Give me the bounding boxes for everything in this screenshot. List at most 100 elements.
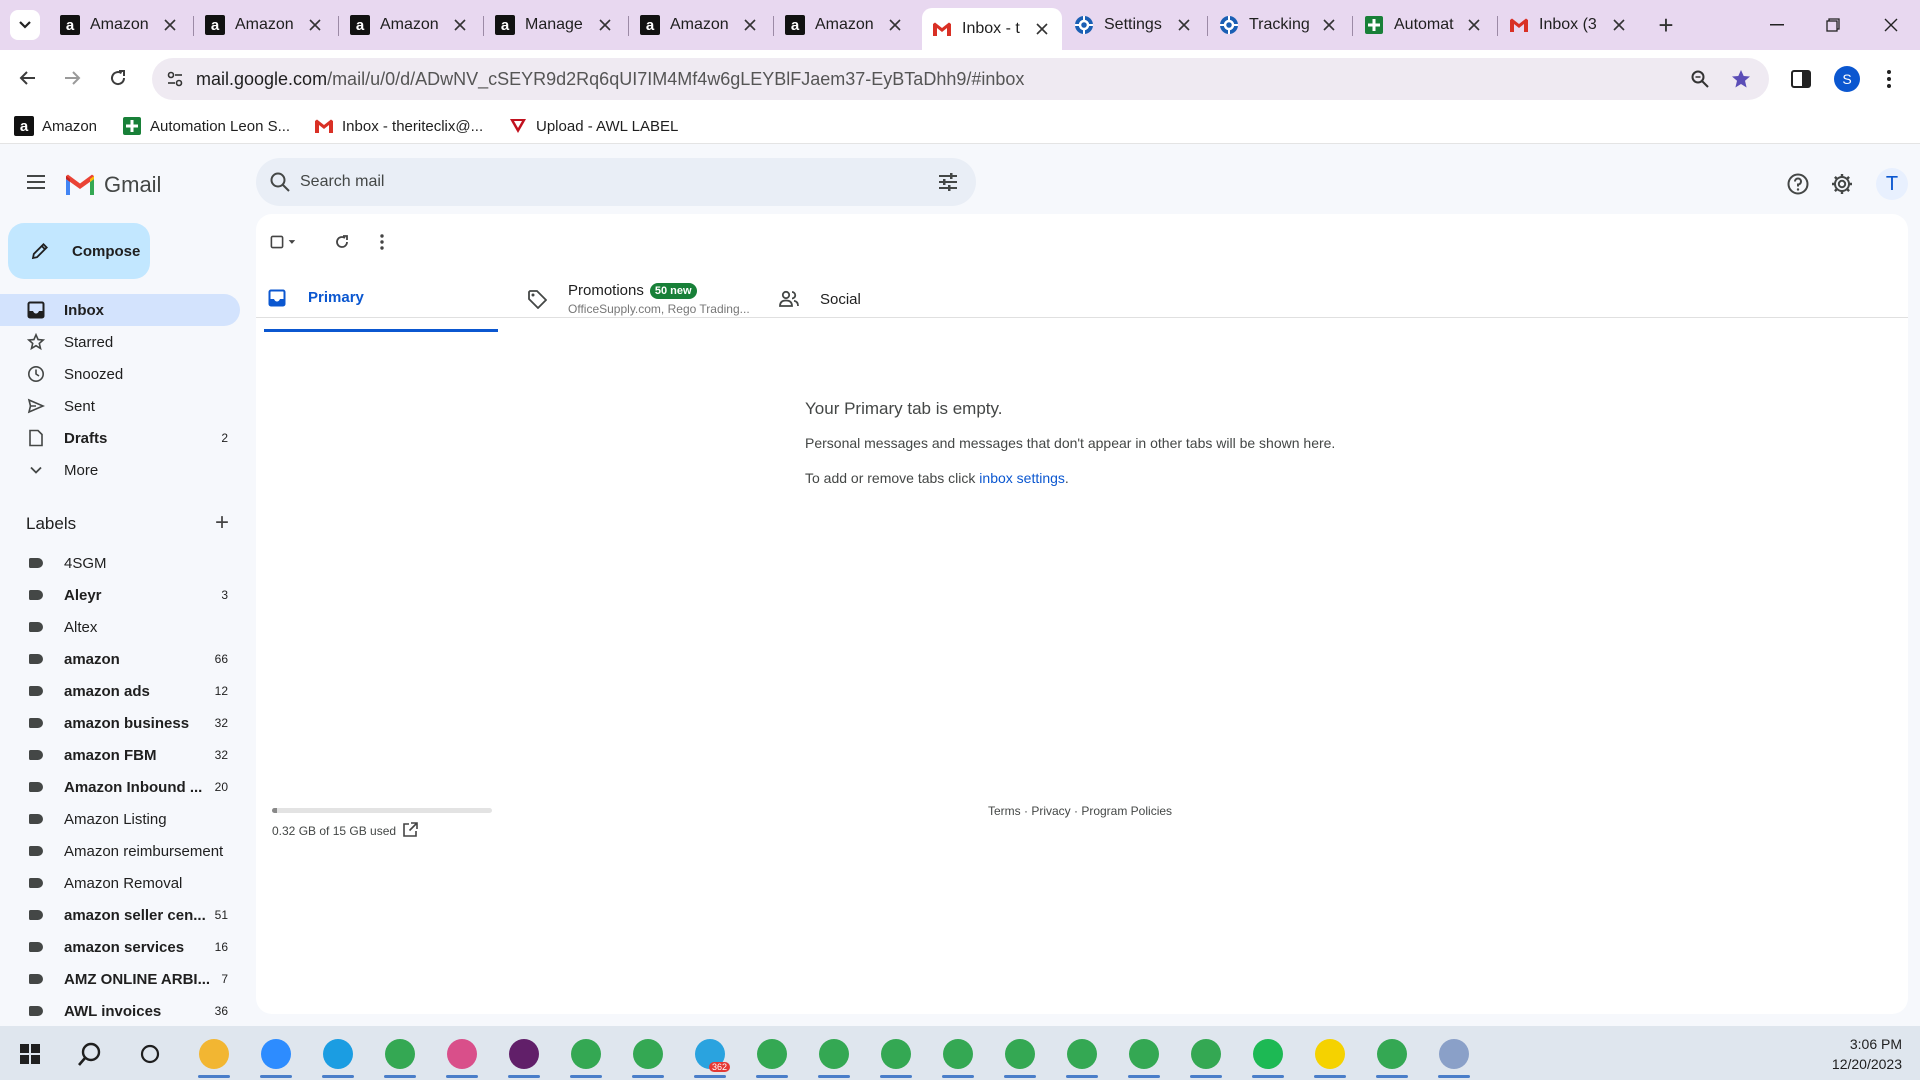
nav-item-sent[interactable]: Sent [0,390,240,422]
telegram-icon[interactable]: 362 [690,1034,730,1078]
chrome-icon[interactable] [1062,1034,1102,1078]
chrome-icon[interactable] [380,1034,420,1078]
create-label-button[interactable]: + [210,511,234,536]
nav-item-snoozed[interactable]: Snoozed [0,358,240,390]
chrome-icon[interactable] [1124,1034,1164,1078]
sticky-notes-icon[interactable] [1310,1034,1350,1078]
bookmark-upload-awl[interactable]: Upload - AWL LABEL [508,114,678,138]
chrome-icon[interactable] [1372,1034,1412,1078]
close-tab-button[interactable] [1319,15,1339,35]
tab-primary[interactable]: Primary [264,266,498,332]
close-tab-button[interactable] [1032,19,1052,39]
close-tab-button[interactable] [885,15,905,35]
file-explorer-icon[interactable] [194,1034,234,1078]
system-clock[interactable]: 3:06 PM 12/20/2023 [1832,1034,1902,1074]
nav-item-starred[interactable]: Starred [0,326,240,358]
browser-tab[interactable]: Automat [1354,8,1494,42]
label-item[interactable]: Amazon Inbound ... 20 [0,771,240,803]
minimize-button[interactable] [1762,10,1792,40]
close-tab-button[interactable] [305,15,325,35]
site-info-icon[interactable] [166,70,184,88]
chrome-icon[interactable] [938,1034,978,1078]
close-tab-button[interactable] [160,15,180,35]
main-menu-button[interactable] [20,166,52,198]
close-tab-button[interactable] [1464,15,1484,35]
tab-search-button[interactable] [10,10,40,40]
browser-tab[interactable]: a Amazon [340,8,480,42]
close-tab-button[interactable] [1609,15,1629,35]
browser-tab[interactable]: Inbox - t [922,8,1062,50]
search-input[interactable] [300,168,900,196]
restore-button[interactable] [1818,10,1848,40]
edge-icon[interactable] [318,1034,358,1078]
chrome-icon[interactable] [752,1034,792,1078]
label-item[interactable]: amazon seller cen... 51 [0,899,240,931]
search-icon[interactable] [268,170,292,194]
nav-item-drafts[interactable]: Drafts 2 [0,422,240,454]
label-item[interactable]: Amazon reimbursement [0,835,240,867]
side-panel-icon[interactable] [1790,68,1812,90]
forward-button[interactable] [56,62,88,94]
browser-tab[interactable]: a Amazon [630,8,770,42]
nav-item-inbox[interactable]: Inbox [0,294,240,326]
new-tab-button[interactable]: + [1652,12,1680,40]
account-avatar[interactable]: T [1876,168,1908,200]
settings-button[interactable] [1828,170,1856,198]
close-tab-button[interactable] [450,15,470,35]
browser-tab[interactable]: Tracking [1209,8,1349,42]
chrome-icon[interactable] [814,1034,854,1078]
task-view-icon[interactable] [130,1034,170,1074]
label-item[interactable]: amazon FBM 32 [0,739,240,771]
gmail-logo[interactable]: Gmail [64,170,161,200]
browser-tab[interactable]: Settings [1064,8,1204,42]
windows-start-icon[interactable] [10,1034,50,1074]
label-item[interactable]: Amazon Listing [0,803,240,835]
close-tab-button[interactable] [1174,15,1194,35]
chrome-icon[interactable] [1000,1034,1040,1078]
browser-tab[interactable]: a Amazon [775,8,915,42]
open-in-new-icon[interactable] [401,821,419,839]
tab-social[interactable]: Social [778,266,978,332]
label-item[interactable]: Aleyr 3 [0,579,240,611]
bookmark-star-icon[interactable] [1730,68,1752,90]
search-options-icon[interactable] [936,170,960,194]
browser-profile-avatar[interactable]: S [1834,66,1860,92]
label-item[interactable]: amazon business 32 [0,707,240,739]
browser-menu-icon[interactable] [1886,68,1892,90]
reload-button[interactable] [102,62,134,94]
compose-button[interactable]: Compose [8,223,150,279]
close-window-button[interactable] [1876,10,1906,40]
browser-tab[interactable]: Inbox (3 [1499,8,1639,42]
zoom-icon[interactable] [256,1034,296,1078]
bookmark-inbox[interactable]: Inbox - theriteclix@... [314,114,483,138]
refresh-button[interactable] [328,228,356,256]
paint-brush-icon[interactable] [1434,1034,1474,1078]
zoom-icon[interactable] [1690,69,1710,89]
label-item[interactable]: amazon ads 12 [0,675,240,707]
more-options-button[interactable] [368,228,396,256]
label-item[interactable]: 4SGM [0,547,240,579]
bookmark-automation[interactable]: Automation Leon S... [122,114,290,138]
inbox-settings-link[interactable]: inbox settings [979,470,1065,486]
label-item[interactable]: AWL invoices 36 [0,995,240,1027]
browser-tab[interactable]: a Manage [485,8,625,42]
browser-tab[interactable]: a Amazon [195,8,335,42]
chrome-icon[interactable] [1186,1034,1226,1078]
label-item[interactable]: amazon 66 [0,643,240,675]
search-icon[interactable] [70,1034,110,1074]
chrome-icon[interactable] [566,1034,606,1078]
chrome-icon[interactable] [876,1034,916,1078]
address-bar[interactable]: mail.google.com/mail/u/0/d/ADwNV_cSEYR9d… [152,58,1769,100]
back-button[interactable] [12,62,44,94]
chrome-icon[interactable] [628,1034,668,1078]
nav-item-more[interactable]: More [0,454,240,486]
spotify-icon[interactable] [1248,1034,1288,1078]
search-bar[interactable] [256,158,976,206]
label-item[interactable]: Altex [0,611,240,643]
close-tab-button[interactable] [740,15,760,35]
footer-links[interactable]: Terms · Privacy · Program Policies [988,804,1172,818]
select-checkbox[interactable] [270,228,298,256]
paint-icon[interactable] [442,1034,482,1078]
bookmark-amazon[interactable]: a Amazon [14,114,97,138]
browser-tab[interactable]: a Amazon [50,8,190,42]
